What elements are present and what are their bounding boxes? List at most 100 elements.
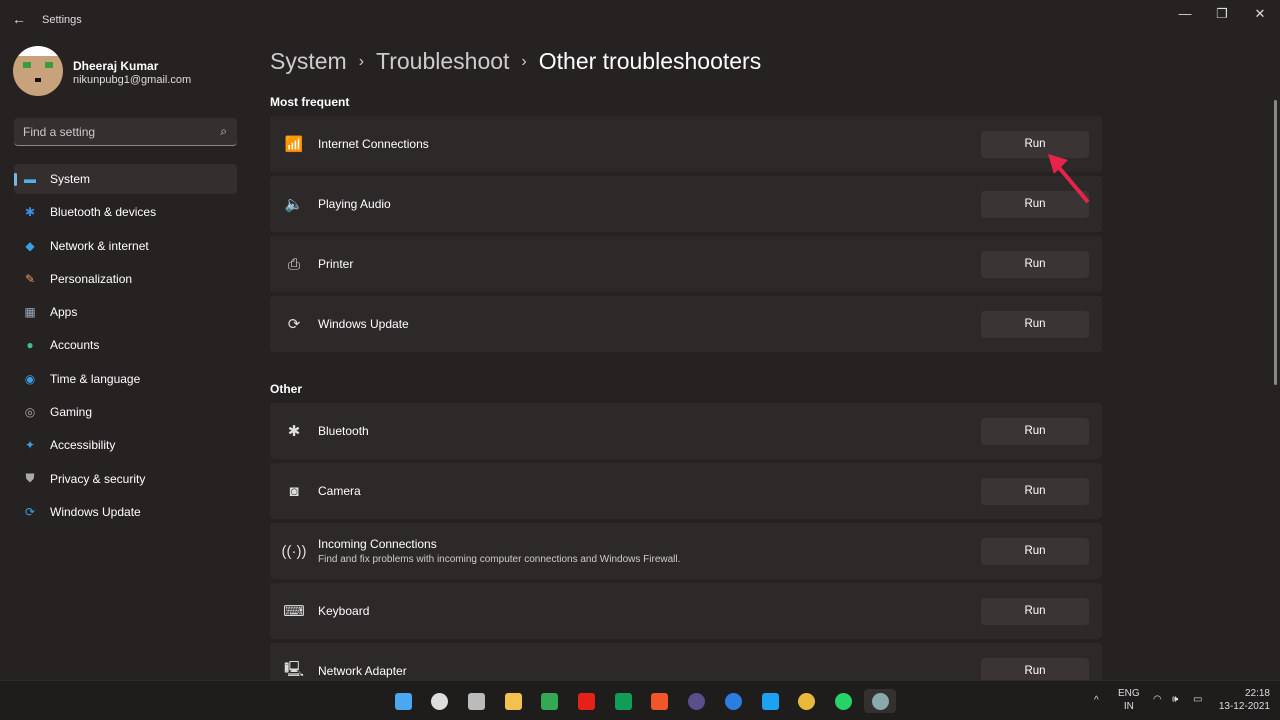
run-button[interactable]: Run: [981, 477, 1089, 505]
troubleshooter-title: Printer: [318, 257, 354, 271]
nav-icon: ●: [26, 338, 34, 353]
file-explorer-icon[interactable]: [501, 689, 525, 713]
sidebar-item-accessibility[interactable]: ✦ Accessibility: [14, 430, 237, 460]
section-most-frequent: Most frequent: [270, 95, 350, 109]
taskbar: ^ ENG IN ◠ 🕪 ▭ 22:18 13-12-2021: [0, 680, 1280, 720]
troubleshooter-title: Bluetooth: [318, 424, 369, 438]
volume-icon[interactable]: 🕪: [1172, 693, 1178, 706]
sidebar-item-privacy-security[interactable]: ⛊ Privacy & security: [14, 464, 237, 494]
nav-icon: ⟳: [24, 504, 36, 519]
troubleshooter-icon: 🔈: [284, 196, 304, 213]
whatsapp-icon[interactable]: [831, 689, 855, 713]
user-email: nikunpubg1@gmail.com: [73, 74, 192, 86]
minimize-button[interactable]: —: [1170, 6, 1200, 21]
nav-icon: ✦: [24, 438, 36, 453]
sidebar-item-gaming[interactable]: ◎ Gaming: [14, 397, 237, 427]
c-app-glyph: [724, 692, 742, 710]
nav-icon: ◆: [25, 238, 35, 253]
troubleshooter-icon: ((·)): [281, 542, 307, 560]
troubleshooter-title: Playing Audio: [318, 197, 391, 211]
search-input[interactable]: Find a setting ⌕: [14, 118, 237, 146]
battery-icon[interactable]: ▭: [1193, 693, 1202, 706]
sidebar-item-label: Apps: [50, 305, 78, 320]
scrollbar[interactable]: [1274, 100, 1277, 385]
close-button[interactable]: ✕: [1245, 6, 1275, 22]
page-title: Other troubleshooters: [538, 48, 762, 74]
lang: ENG: [1118, 688, 1140, 699]
sidebar-item-network-internet[interactable]: ◆ Network & internet: [14, 231, 237, 261]
run-button[interactable]: Run: [981, 417, 1089, 445]
chrome-icon[interactable]: [795, 689, 819, 713]
youtube-icon[interactable]: [575, 689, 599, 713]
section-other: Other: [270, 382, 303, 396]
date: 13-12-2021: [1218, 701, 1270, 712]
search-icon: ⌕: [220, 124, 227, 138]
sheets-glyph: [614, 692, 632, 710]
troubleshooter-title: Internet Connections: [318, 137, 429, 151]
troubleshooter-subtitle: Find and fix problems with incoming comp…: [318, 554, 681, 565]
breadcrumb-system[interactable]: System: [270, 48, 347, 75]
run-button[interactable]: Run: [981, 250, 1089, 278]
c-app-icon[interactable]: [721, 689, 745, 713]
troubleshooter-title: Incoming Connections: [318, 537, 437, 551]
troubleshooter-title: Windows Update: [318, 317, 409, 331]
nav-icon: ◉: [24, 371, 36, 386]
troubleshooter-title: Network Adapter: [318, 664, 407, 678]
nav-icon: ▦: [24, 305, 36, 320]
back-button[interactable]: ←: [12, 11, 26, 27]
run-button[interactable]: Run: [981, 310, 1089, 338]
settings-icon[interactable]: [864, 689, 897, 713]
language-indicator[interactable]: ENG IN: [1118, 687, 1140, 713]
sidebar-item-label: Accessibility: [50, 438, 116, 453]
troubleshooter-title: Camera: [318, 484, 361, 498]
sheets-icon[interactable]: [611, 689, 635, 713]
sidebar-item-time-language[interactable]: ◉ Time & language: [14, 364, 237, 394]
sidebar-nav: ▬ System ✱ Bluetooth & devices ◆ Network & in…: [14, 164, 237, 530]
breadcrumb: System › Troubleshoot › Other troublesho…: [270, 48, 761, 75]
troubleshooter-icon: ✱: [287, 423, 301, 440]
sidebar-item-accounts[interactable]: ● Accounts: [14, 330, 237, 360]
breadcrumb-troubleshoot[interactable]: Troubleshoot: [376, 48, 509, 75]
sidebar-item-label: Network & internet: [50, 238, 149, 253]
chrome-glyph: [798, 692, 816, 710]
brave-glyph: [651, 692, 669, 710]
sidebar-item-personalization[interactable]: ✎ Personalization: [14, 264, 237, 294]
nav-icon: ◎: [24, 405, 36, 420]
wifi-icon[interactable]: ◠: [1153, 693, 1162, 706]
nav-icon: ⛊: [25, 471, 35, 486]
avatar[interactable]: [13, 46, 63, 96]
youtube-glyph: [578, 692, 595, 710]
sidebar-item-label: Time & language: [50, 371, 141, 386]
run-button[interactable]: Run: [981, 597, 1089, 625]
maximize-button[interactable]: ❐: [1207, 6, 1237, 22]
task-view-icon[interactable]: [464, 689, 488, 713]
settings-glyph: [871, 692, 889, 710]
sidebar-item-label: Personalization: [50, 271, 133, 286]
run-button[interactable]: Run: [981, 537, 1089, 565]
brave-icon[interactable]: [648, 689, 672, 713]
troubleshooter-icon: ⌨: [283, 603, 305, 620]
sidebar-item-system[interactable]: ▬ System: [14, 164, 237, 194]
time: 22:18: [1244, 688, 1270, 699]
bit-icon[interactable]: [685, 689, 709, 713]
troubleshooter-keyboard: ⌨ Keyboard Run: [270, 583, 1102, 639]
nav-icon: ▬: [24, 172, 36, 186]
troubleshooter-camera: ◙ Camera Run: [270, 463, 1102, 519]
sidebar-item-label: Privacy & security: [50, 471, 146, 486]
task-view-glyph: [467, 692, 485, 710]
app-title: Settings: [42, 14, 82, 26]
sidebar-item-label: Windows Update: [50, 504, 141, 519]
twitter-glyph: [761, 692, 779, 710]
clock[interactable]: 22:18 13-12-2021: [1218, 687, 1270, 713]
sidebar-item-bluetooth-devices[interactable]: ✱ Bluetooth & devices: [14, 197, 237, 227]
bit-glyph: [688, 692, 706, 710]
sidebar-item-windows-update[interactable]: ⟳ Windows Update: [14, 497, 237, 527]
start-icon[interactable]: [391, 689, 415, 713]
search-icon[interactable]: [428, 689, 452, 713]
file-explorer-glyph: [504, 692, 522, 710]
sidebar-item-apps[interactable]: ▦ Apps: [14, 297, 237, 327]
breadcrumb-separator: ›: [358, 52, 365, 70]
twitter-icon[interactable]: [758, 689, 782, 713]
google-drive-icon[interactable]: [538, 689, 562, 713]
tray-chevron-icon[interactable]: ^: [1094, 694, 1099, 707]
